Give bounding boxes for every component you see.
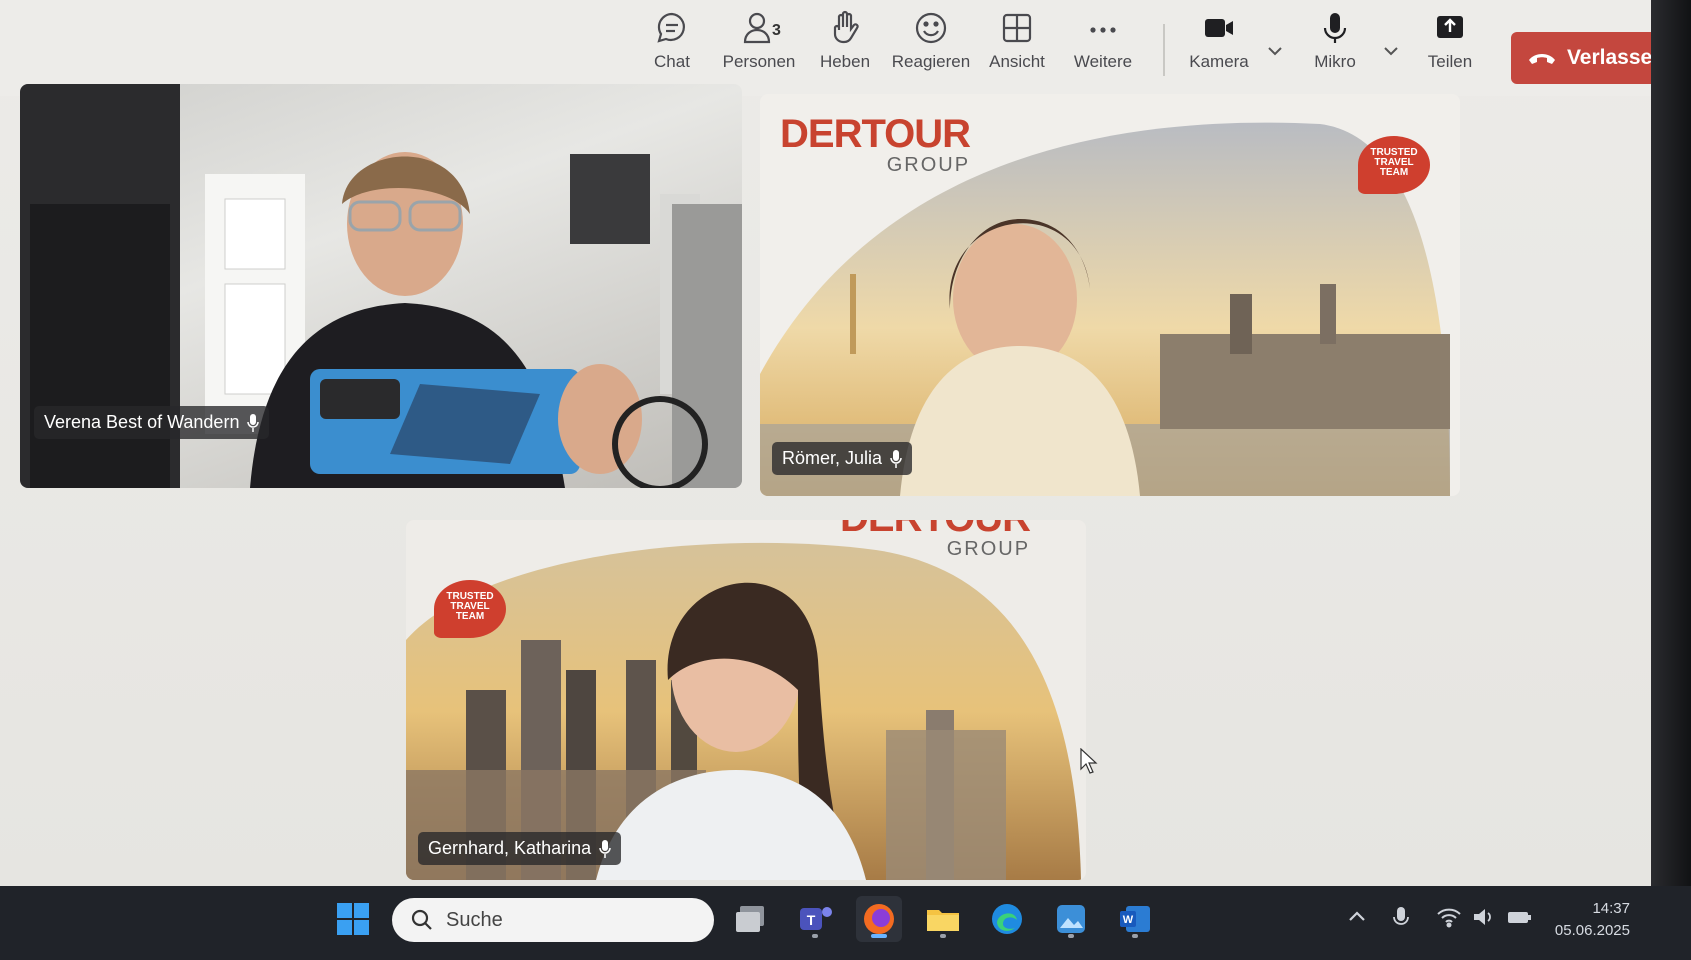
- view-label: Ansicht: [989, 52, 1045, 71]
- clock-time: 14:37: [1592, 900, 1630, 917]
- chevron-up-icon[interactable]: [1346, 906, 1368, 928]
- active-indicator: [871, 934, 887, 938]
- hand-icon: [833, 10, 859, 44]
- more-label: Weitere: [1073, 52, 1133, 71]
- chat-label: Chat: [654, 52, 690, 71]
- screen-bezel: [1651, 0, 1691, 960]
- taskbar-search[interactable]: [392, 898, 714, 942]
- svg-text:W: W: [1123, 914, 1134, 926]
- mic-muted-indicator-icon: [247, 413, 260, 432]
- camera-icon: [1205, 19, 1233, 37]
- mic-muted-indicator-icon: [890, 449, 902, 468]
- raise-hand-button[interactable]: Heben: [800, 10, 890, 90]
- participant-name: Römer, Julia: [782, 448, 883, 468]
- search-input[interactable]: [446, 908, 676, 932]
- brand-sub: GROUP: [886, 154, 971, 176]
- react-button[interactable]: Reagieren: [886, 10, 976, 90]
- task-view-icon: [736, 906, 764, 932]
- participant-name: Gernhard, Katharina: [428, 838, 592, 858]
- chat-button[interactable]: Chat: [627, 10, 717, 90]
- share-button[interactable]: Teilen: [1405, 10, 1495, 90]
- svg-text:T: T: [807, 912, 816, 928]
- camera-label: Kamera: [1189, 52, 1249, 71]
- microphone-icon: [1323, 13, 1347, 43]
- teams-app-button[interactable]: T: [792, 896, 838, 942]
- running-indicator: [940, 934, 946, 938]
- participant-name-tag: Verena Best of Wandern: [34, 406, 270, 439]
- share-label: Teilen: [1427, 52, 1473, 71]
- participant-name-tag: Römer, Julia: [772, 442, 913, 475]
- grid-view-icon: [1002, 13, 1032, 43]
- dertour-logo: DERTOUR GROUP: [780, 112, 971, 177]
- taskbar: T W 14:37 05.06.2025: [0, 886, 1691, 960]
- badge-line-3: TEAM: [455, 611, 485, 622]
- file-explorer-button[interactable]: [920, 896, 966, 942]
- firefox-app-button[interactable]: [856, 896, 902, 942]
- camera-button[interactable]: Kamera: [1174, 10, 1264, 90]
- react-label: Reagieren: [891, 52, 971, 71]
- brand-name: DERTOUR: [780, 112, 971, 156]
- share-screen-icon: [1437, 16, 1463, 38]
- more-button[interactable]: Weitere: [1058, 10, 1148, 90]
- toolbar-divider: [1163, 24, 1165, 76]
- participant-video-3: [406, 542, 1081, 880]
- word-app-button[interactable]: W: [1112, 896, 1158, 942]
- battery-icon[interactable]: [1506, 906, 1532, 928]
- meeting-toolbar: Chat 3 Personen Heben Reagieren Ansicht …: [0, 0, 1691, 96]
- people-button[interactable]: 3 Personen: [714, 10, 804, 90]
- start-button[interactable]: [330, 896, 376, 942]
- view-button[interactable]: Ansicht: [972, 10, 1062, 90]
- smiley-icon: [915, 12, 947, 44]
- badge-line-3: TEAM: [1379, 167, 1409, 178]
- running-indicator: [812, 934, 818, 938]
- volume-icon[interactable]: [1472, 906, 1496, 928]
- edge-icon: [992, 904, 1022, 934]
- photos-app-button[interactable]: [1048, 896, 1094, 942]
- trusted-travel-team-badge: TRUSTED TRAVEL TEAM: [1358, 136, 1430, 194]
- task-view-button[interactable]: [728, 896, 774, 942]
- raise-hand-label: Heben: [819, 52, 871, 71]
- video-tile-3[interactable]: DERTOUR GROUP TRUSTED TRAVEL TEAM Gernha…: [406, 520, 1086, 880]
- brand-name: DERTOUR: [840, 520, 1031, 538]
- more-icon: [1090, 27, 1116, 33]
- wifi-icon[interactable]: [1436, 906, 1462, 928]
- people-count: 3: [772, 22, 781, 39]
- chat-icon: [657, 12, 685, 43]
- mouse-cursor-icon: [1080, 748, 1098, 774]
- running-indicator: [1068, 934, 1074, 938]
- mic-label: Mikro: [1314, 52, 1356, 71]
- participant-name: Verena Best of Wandern: [44, 412, 240, 432]
- brand-sub: GROUP: [946, 538, 1031, 560]
- video-tile-1[interactable]: Verena Best of Wandern: [20, 84, 742, 488]
- clock-date: 05.06.2025: [1554, 922, 1630, 939]
- participant-name-tag: Gernhard, Katharina: [418, 832, 622, 865]
- edge-app-button[interactable]: [984, 896, 1030, 942]
- system-clock[interactable]: 14:37 05.06.2025: [1540, 898, 1630, 942]
- people-label: Personen: [722, 52, 796, 71]
- video-tile-2[interactable]: DERTOUR GROUP TRUSTED TRAVEL TEAM Römer,…: [760, 94, 1460, 496]
- mic-options-chevron-icon[interactable]: [1380, 40, 1402, 62]
- trusted-travel-team-badge: TRUSTED TRAVEL TEAM: [434, 580, 506, 638]
- running-indicator: [1132, 934, 1138, 938]
- meeting-screen: Chat 3 Personen Heben Reagieren Ansicht …: [0, 0, 1691, 890]
- dertour-logo: DERTOUR GROUP: [840, 520, 1031, 561]
- mic-muted-indicator-icon: [599, 839, 611, 858]
- windows-logo-icon: [337, 903, 369, 935]
- search-icon: [411, 909, 432, 930]
- microphone-tray-icon[interactable]: [1392, 906, 1410, 930]
- hang-up-icon: [1528, 54, 1555, 64]
- camera-options-chevron-icon[interactable]: [1264, 40, 1286, 62]
- mic-button[interactable]: Mikro: [1290, 10, 1380, 90]
